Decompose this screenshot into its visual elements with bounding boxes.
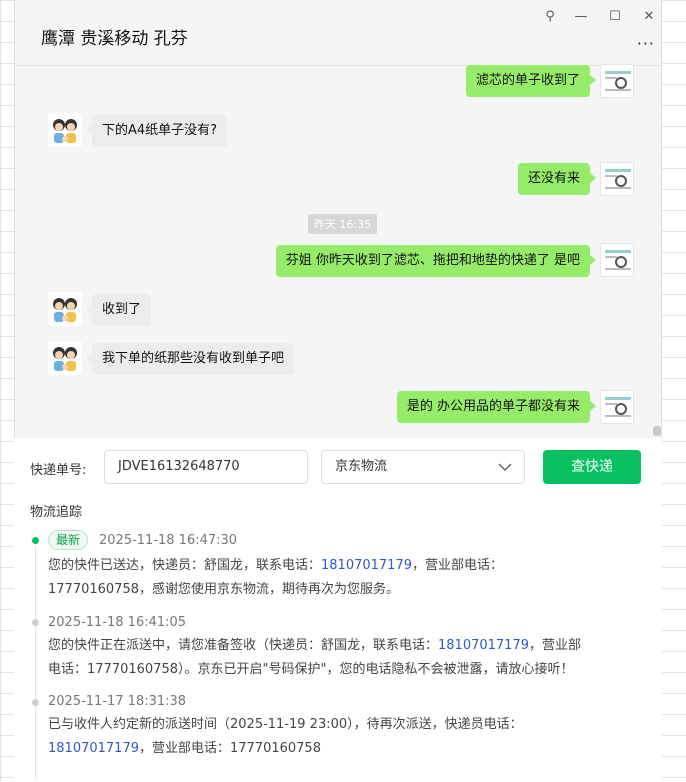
cartoon-couple-avatar-icon [53, 347, 77, 371]
event-description: 您的快件已送达，快递员：舒国龙，联系电话：18107017179，营业部电话： … [48, 554, 628, 602]
timeline-dot-latest [32, 537, 39, 544]
message-bubble-sent[interactable]: 是的 办公用品的单子都没有来 [396, 391, 597, 423]
carrier-select[interactable]: 京东物流 [321, 450, 525, 484]
event-line: 电话：17770160758）。京东已开启"号码保护"，您的电话隐私不会被泄露，… [48, 662, 574, 677]
contact-avatar[interactable] [48, 292, 82, 326]
message-bubble-sent[interactable]: 滤芯的单子收到了 [465, 65, 597, 97]
message-bubble-sent[interactable]: 还没有来 [517, 163, 597, 195]
chat-timestamp: 昨天 16:35 [308, 214, 378, 234]
qr-avatar-icon [605, 169, 631, 189]
chat-title: 鹰潭 贵溪移动 孔芬 [41, 29, 188, 49]
event-text: ，营业部电话：17770160758 [138, 741, 321, 756]
message-bubble-received[interactable]: 我下单的纸那些没有收到单子吧 [85, 343, 295, 375]
event-text: ，营业部电话： [412, 558, 504, 573]
event-description: 已与收件人约定新的派送时间（2025-11-19 23:00），待再次派送，快递… [48, 713, 628, 761]
cartoon-couple-avatar-icon [53, 119, 77, 143]
event-time: 2025-11-18 16:41:05 [48, 615, 187, 630]
my-avatar[interactable] [600, 243, 634, 277]
event-line: 您的快件正在派送中，请您准备签收（快递员：舒国龙，联系电话：1810701717… [48, 634, 628, 658]
maximize-icon[interactable]: ☐ [605, 9, 625, 24]
event-time: 2025-11-17 18:31:38 [48, 694, 187, 709]
cartoon-couple-avatar-icon [53, 298, 77, 322]
message-bubble-sent[interactable]: 芬姐 你昨天收到了滤芯、拖把和地垫的快递了 是吧 [275, 245, 597, 277]
tracking-number-input[interactable]: JDVE16132648770 [104, 450, 308, 484]
screenshot-root: 鹰潭 贵溪移动 孔芬 ⚲ — ☐ ✕ ··· 滤芯的单子收到了 下的A4纸单子没… [0, 0, 686, 782]
contact-avatar[interactable] [48, 341, 82, 375]
qr-avatar-icon [605, 250, 631, 270]
carrier-selected-value: 京东物流 [335, 459, 388, 474]
my-avatar[interactable] [600, 390, 634, 424]
close-icon[interactable]: ✕ [639, 9, 659, 24]
qr-avatar-icon [605, 397, 631, 417]
tracking-panel: 快递单号: JDVE16132648770 京东物流 查快递 物流追踪 最新 2… [14, 438, 662, 782]
event-line: 17770160758，感谢您使用京东物流，期待再次为您服务。 [48, 582, 399, 597]
tracking-number-label: 快递单号: [30, 463, 87, 478]
event-text: 您的快件已送达，快递员：舒国龙，联系电话： [48, 558, 322, 573]
chat-window: 鹰潭 贵溪移动 孔芬 ⚲ — ☐ ✕ ··· 滤芯的单子收到了 下的A4纸单子没… [14, 0, 662, 438]
minimize-icon[interactable]: — [571, 9, 591, 24]
event-line: 已与收件人约定新的派送时间（2025-11-19 23:00），待再次派送，快递… [48, 717, 523, 732]
event-line: 18107017179，营业部电话：17770160758 [48, 737, 628, 761]
timeline-dot [32, 699, 39, 706]
contact-avatar[interactable] [48, 113, 82, 147]
tracking-section-title: 物流追踪 [30, 505, 83, 520]
message-bubble-received[interactable]: 下的A4纸单子没有? [85, 115, 228, 147]
event-text: 您的快件正在派送中，请您准备签收（快递员：舒国龙，联系电话： [48, 638, 439, 653]
my-avatar[interactable] [600, 64, 634, 98]
qr-avatar-icon [605, 71, 631, 91]
my-avatar[interactable] [600, 162, 634, 196]
latest-badge: 最新 [48, 530, 89, 550]
event-description: 您的快件正在派送中，请您准备签收（快递员：舒国龙，联系电话：1810701717… [48, 634, 628, 682]
chat-scrollbar[interactable] [653, 426, 661, 436]
message-bubble-received[interactable]: 收到了 [85, 294, 152, 326]
chevron-down-icon [498, 463, 512, 472]
event-text: ，营业部 [529, 638, 582, 653]
timeline-line [35, 546, 36, 778]
query-tracking-button[interactable]: 查快递 [543, 450, 641, 484]
event-line: 您的快件已送达，快递员：舒国龙，联系电话：18107017179，营业部电话： [48, 554, 628, 578]
event-time: 2025-11-18 16:47:30 [99, 533, 238, 548]
courier-phone-link[interactable]: 18107017179 [438, 638, 529, 653]
timeline-dot [32, 619, 39, 626]
courier-phone-link[interactable]: 18107017179 [321, 558, 412, 573]
courier-phone-link[interactable]: 18107017179 [48, 741, 139, 756]
pin-icon[interactable]: ⚲ [540, 9, 560, 24]
more-options-icon[interactable]: ··· [637, 34, 655, 53]
chat-titlebar: 鹰潭 贵溪移动 孔芬 ⚲ — ☐ ✕ ··· [15, 0, 661, 66]
